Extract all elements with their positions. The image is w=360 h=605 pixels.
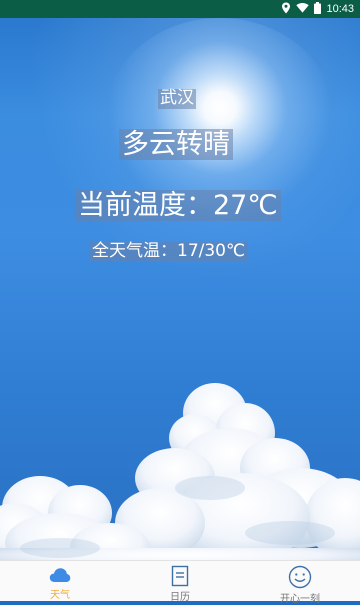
tab-calendar-label: 日历 [170,592,190,603]
cloud-icon [48,565,72,585]
tab-weather[interactable]: 天气 [0,561,120,601]
calendar-icon [168,565,192,587]
sun-glow [105,18,335,218]
status-bar: 10:43 [0,0,360,18]
city-name: 武汉 [158,88,196,109]
smiley-icon [288,565,312,589]
weather-condition: 多云转晴 [119,129,233,161]
status-time: 10:43 [326,3,354,15]
day-temperature-range: 全天气温：17/30℃ [89,241,249,262]
tab-calendar[interactable]: 日历 [120,561,240,603]
tab-joke-label: 开心一刻 [280,594,320,605]
current-temperature: 当前温度：27℃ [75,190,281,222]
wifi-icon [296,2,310,16]
tab-joke[interactable]: 开心一刻 [240,561,360,605]
status-icons: 10:43 [281,0,354,18]
tab-weather-label: 天气 [50,590,70,601]
battery-icon [314,1,322,17]
location-icon [281,2,291,17]
bottom-tab-bar: 天气 日历 开心一刻 [0,560,360,605]
cloud-bank [0,383,360,560]
